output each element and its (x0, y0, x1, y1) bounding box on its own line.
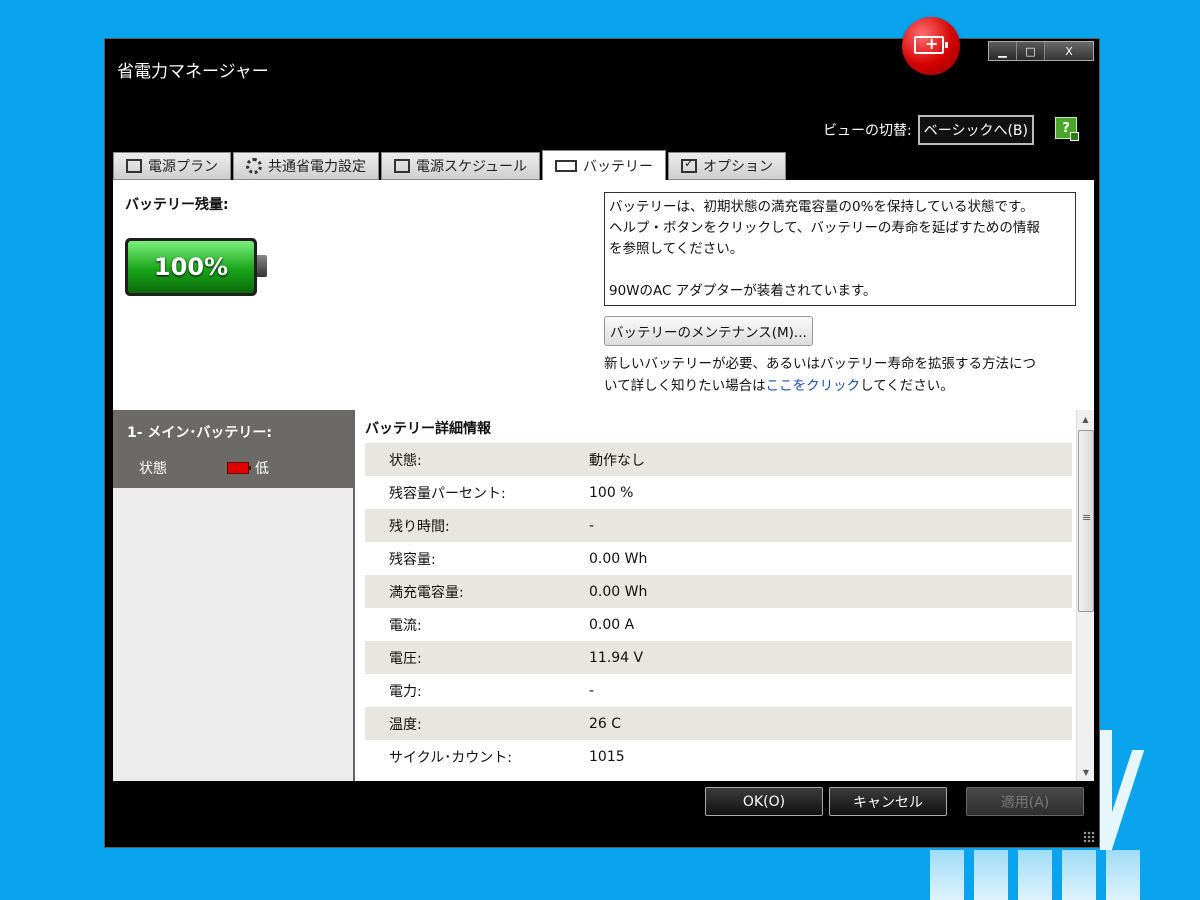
detail-key: サイクル･カウント: (389, 749, 513, 766)
tab-common-settings[interactable]: 共通省電力設定 (233, 152, 379, 180)
scroll-down-icon[interactable]: ▼ (1077, 763, 1094, 781)
info-line: を参照してください。 (609, 241, 744, 257)
detail-key: 残容量パーセント: (389, 485, 506, 502)
gear-icon (246, 158, 262, 174)
battery-details-panel: バッテリー詳細情報 状態: 動作なし 残容量パーセント: 100 % 残り時間: - … (355, 410, 1094, 781)
tab-label: 共通省電力設定 (268, 159, 366, 175)
table-row: 電圧: 11.94 V (365, 641, 1072, 674)
battery-status-label: 状態 (139, 461, 167, 477)
scroll-up-icon[interactable]: ▲ (1077, 410, 1094, 428)
detail-value: 100 % (589, 484, 634, 501)
tab-label: 電源プラン (148, 159, 218, 175)
battery-level-gauge: 100% (125, 238, 267, 296)
detail-value: 26 C (589, 715, 622, 732)
info-line: ヘルプ・ボタンをクリックして、バッテリーの寿命を延ばすための情報 (609, 220, 1040, 236)
details-title: バッテリー詳細情報 (365, 421, 491, 437)
scroll-thumb[interactable] (1078, 430, 1094, 612)
new-battery-text: 新しいバッテリーが必要、あるいはバッテリー寿命を拡張する方法につ いて詳しく知り… (604, 353, 1084, 397)
detail-value: 0.00 Wh (589, 583, 648, 600)
battery-list-panel: 1- メイン･バッテリー: 状態 低 (113, 410, 355, 781)
apply-button[interactable]: 適用(A) (966, 787, 1084, 816)
battery-info-box: バッテリーは、初期状態の満充電容量の0%を保持している状態です。 ヘルプ・ボタン… (604, 192, 1076, 306)
detail-key: 状態: (389, 452, 422, 469)
new-battery-text-2: いて詳しく知りたい場合は (604, 378, 766, 394)
desktop-wallpaper-bars (930, 850, 1160, 900)
tab-power-schedule[interactable]: 電源スケジュール (381, 152, 541, 180)
tab-battery[interactable]: バッテリー (542, 150, 667, 180)
ok-button[interactable]: OK(O) (705, 787, 823, 816)
detail-value: 0.00 A (589, 616, 635, 633)
low-battery-icon (227, 462, 251, 474)
tab-power-plan[interactable]: 電源プラン (113, 152, 231, 180)
tab-label: バッテリー (583, 158, 654, 175)
detail-value: - (589, 517, 595, 534)
new-battery-text-3: してください。 (860, 378, 954, 394)
battery-name: 1- メイン･バッテリー: (127, 425, 273, 441)
table-row: 残り時間: - (365, 509, 1072, 542)
view-switch: ビューの切替: ベーシックへ(B) (823, 115, 1034, 145)
detail-key: 電流: (389, 617, 422, 634)
power-manager-window: 省電力マネージャー + ▁ □ X ビューの切替: ベーシックへ(B) ? 電源… (104, 17, 1100, 848)
table-row: サイクル･カウント: 1015 (365, 740, 1072, 773)
battery-icon (555, 159, 578, 172)
detail-key: 満充電容量: (389, 584, 464, 601)
cancel-button[interactable]: キャンセル (829, 787, 947, 816)
detail-key: 電力: (389, 683, 422, 700)
table-row: 残容量: 0.00 Wh (365, 542, 1072, 575)
help-icon-glyph: ? (1062, 120, 1070, 136)
table-row: 状態: 動作なし (365, 443, 1072, 476)
battery-status: 状態 低 (127, 458, 339, 478)
table-row: 満充電容量: 0.00 Wh (365, 575, 1072, 608)
new-battery-text-1: 新しいバッテリーが必要、あるいはバッテリー寿命を拡張する方法につ (604, 356, 1036, 372)
battery-remaining-label: バッテリー残量: (125, 197, 229, 213)
details-scrollbar[interactable]: ▲ ▼ (1076, 410, 1094, 781)
window-controls: ▁ □ X (988, 41, 1094, 61)
tab-label: オプション (703, 159, 774, 175)
schedule-icon (394, 159, 410, 173)
resize-grip-icon[interactable] (1083, 831, 1095, 843)
info-line: バッテリーは、初期状態の満充電容量の0%を保持している状態です。 (609, 199, 1034, 215)
view-switch-label: ビューの切替: (823, 123, 912, 139)
detail-value: 0.00 Wh (589, 550, 648, 567)
document-icon (126, 159, 142, 173)
close-button[interactable]: X (1045, 42, 1093, 60)
detail-key: 残り時間: (389, 518, 450, 535)
detail-key: 温度: (389, 716, 422, 733)
battery-list-item[interactable]: 1- メイン･バッテリー: 状態 低 (113, 410, 353, 488)
help-dropdown-icon (1070, 132, 1079, 141)
desktop-wallpaper-glyph (1100, 730, 1140, 850)
details-table: 状態: 動作なし 残容量パーセント: 100 % 残り時間: - 残容量: 0.00 W… (365, 443, 1072, 773)
table-row: 電力: - (365, 674, 1072, 707)
detail-key: 残容量: (389, 551, 436, 568)
help-icon[interactable]: ? (1055, 117, 1079, 141)
click-here-link[interactable]: ここをクリック (766, 378, 861, 394)
detail-value: - (589, 682, 595, 699)
battery-status-value: 低 (255, 461, 269, 477)
detail-value: 1015 (589, 748, 625, 765)
table-row: 温度: 26 C (365, 707, 1072, 740)
battery-maintenance-button[interactable]: バッテリーのメンテナンス(M)... (604, 316, 813, 346)
checkbox-icon (681, 156, 698, 173)
info-line: 90WのAC アダプターが装着されています。 (609, 283, 877, 299)
maximize-button[interactable]: □ (1017, 42, 1045, 60)
tab-bar: 電源プラン 共通省電力設定 電源スケジュール バッテリー オプション (113, 150, 787, 180)
app-battery-icon: + (902, 17, 960, 75)
battery-gauge-tip (257, 255, 267, 277)
tab-label: 電源スケジュール (416, 159, 528, 175)
table-row: 電流: 0.00 A (365, 608, 1072, 641)
detail-key: 電圧: (389, 650, 422, 667)
table-row: 残容量パーセント: 100 % (365, 476, 1072, 509)
detail-value: 11.94 V (589, 649, 644, 666)
tab-options[interactable]: オプション (668, 152, 787, 180)
battery-level-percent: 100% (128, 241, 254, 293)
basic-view-button[interactable]: ベーシックへ(B) (917, 115, 1034, 145)
detail-value: 動作なし (589, 452, 645, 469)
battery-summary-panel: バッテリー残量: 100% バッテリーは、初期状態の満充電容量の0%を保持してい… (113, 180, 1094, 410)
window-title: 省電力マネージャー (117, 62, 269, 82)
minimize-button[interactable]: ▁ (989, 42, 1017, 60)
